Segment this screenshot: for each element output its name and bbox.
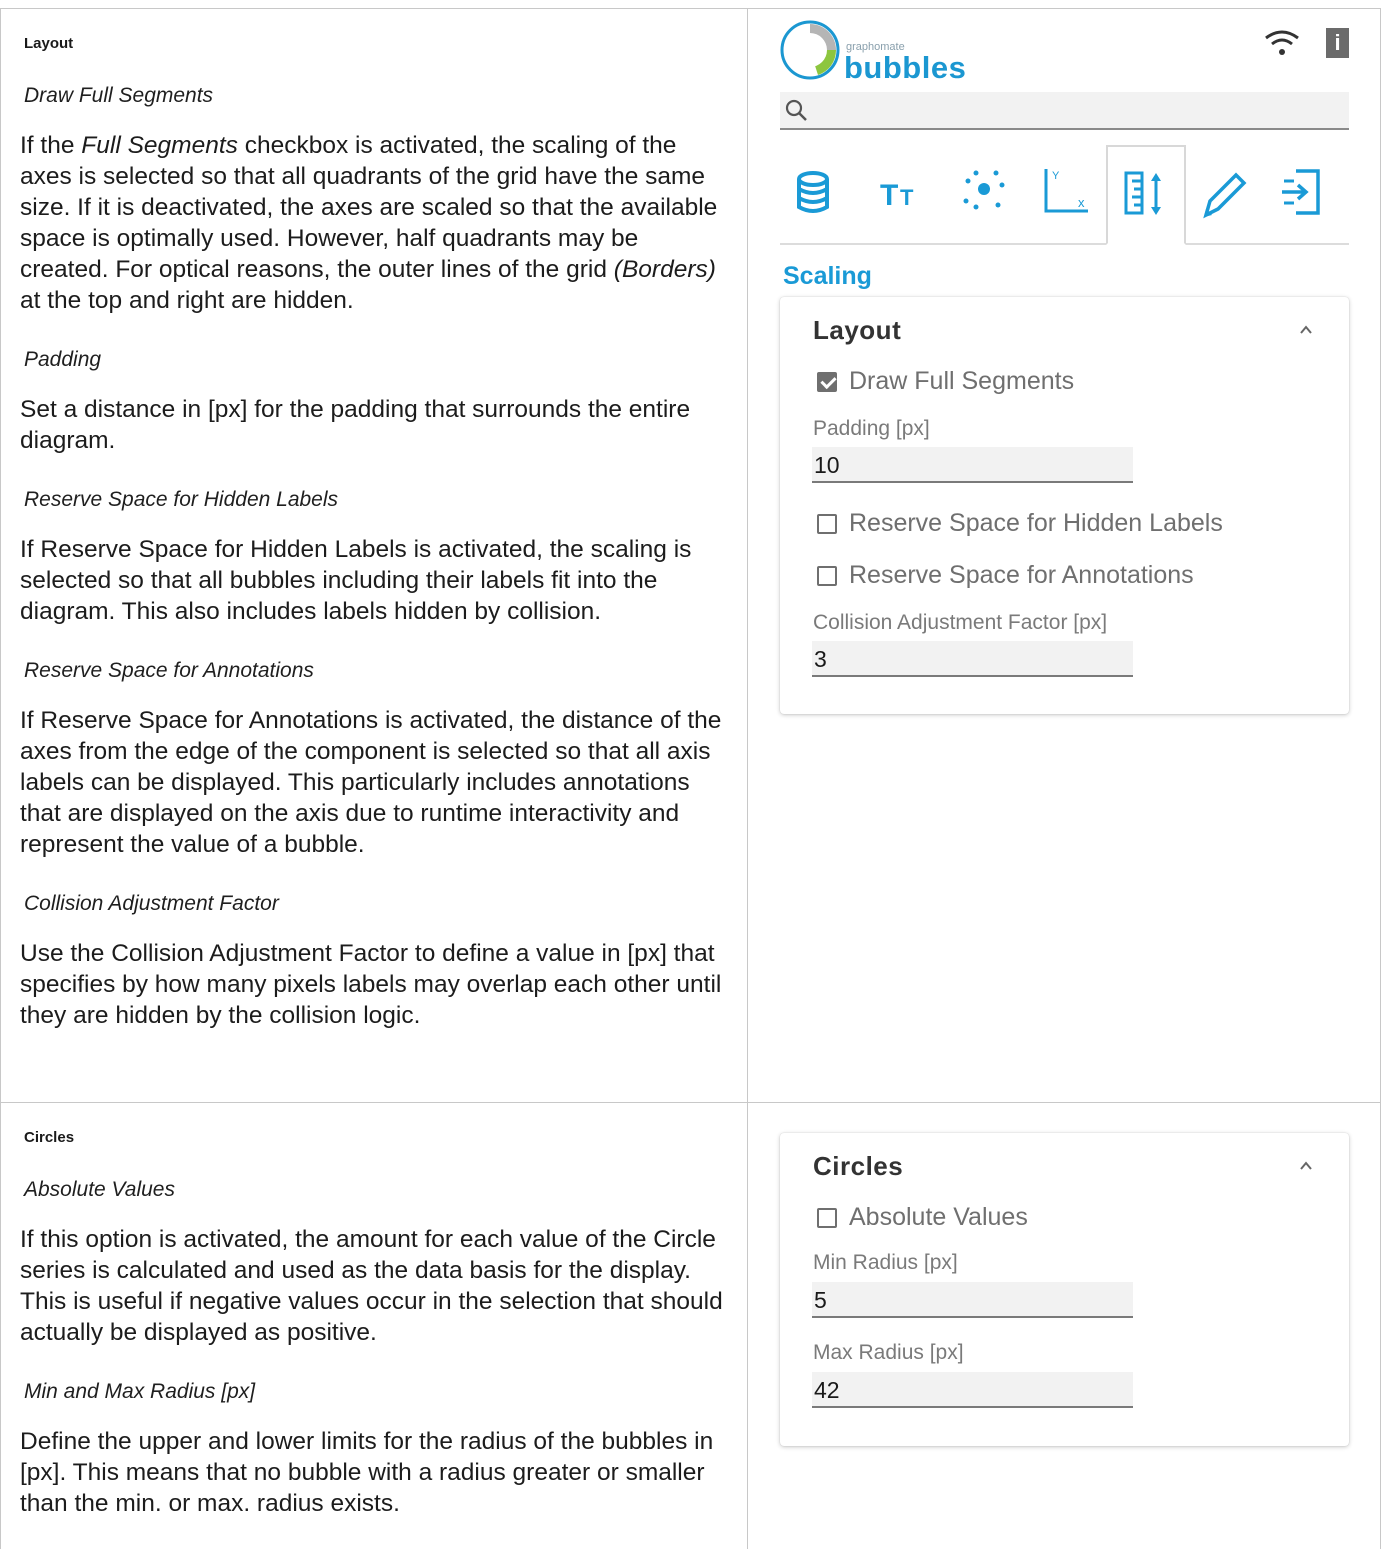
reserve-hidden-heading: Reserve Space for Hidden Labels: [24, 488, 339, 511]
checkbox-unchecked-icon: [817, 566, 837, 586]
padding-heading: Padding: [24, 348, 102, 371]
checkbox-unchecked-icon: [817, 514, 837, 534]
min-radius-label: Min Radius [px]: [813, 1251, 958, 1274]
padding-label: Padding [px]: [813, 417, 930, 440]
draw-full-segments-heading: Draw Full Segments: [24, 84, 214, 107]
checkbox-label: Reserve Space for Hidden Labels: [849, 509, 1223, 537]
tab-highlight[interactable]: [1192, 145, 1256, 241]
circles-card: Circles Absolute Values Min Radius [px] …: [780, 1133, 1349, 1446]
svg-text:Y: Y: [1052, 170, 1060, 182]
table-border-middle: [747, 8, 748, 1549]
min-radius-input[interactable]: 5: [812, 1282, 1133, 1318]
layout-section-title: Layout: [24, 35, 74, 52]
reserve-hidden-text: If Reserve Space for Hidden Labels is ac…: [20, 536, 692, 625]
padding-text: Set a distance in [px] for the padding t…: [20, 396, 691, 454]
absolute-values-checkbox[interactable]: Absolute Values: [817, 1203, 1028, 1232]
radius-text: Define the upper and lower limits for th…: [20, 1428, 714, 1517]
svg-text:x: x: [1078, 195, 1085, 210]
search-icon: [785, 99, 807, 121]
collision-label: Collision Adjustment Factor [px]: [813, 611, 1108, 634]
collision-heading: Collision Adjustment Factor: [24, 892, 279, 915]
reserve-annotations-text: If Reserve Space for Annotations is acti…: [20, 707, 722, 858]
max-radius-label: Max Radius [px]: [813, 1341, 964, 1364]
checkbox-checked-icon: [817, 372, 837, 392]
reserve-annotations-checkbox[interactable]: Reserve Space for Annotations: [817, 561, 1194, 590]
tab-series[interactable]: [952, 145, 1016, 241]
svg-text:T: T: [880, 179, 898, 212]
max-radius-input[interactable]: 42: [812, 1372, 1133, 1408]
circles-section-title: Circles: [24, 1129, 75, 1146]
table-border-right: [1380, 8, 1381, 1549]
svg-text:T: T: [900, 185, 914, 210]
tab-scaling[interactable]: [1106, 145, 1186, 245]
collision-input[interactable]: 3: [812, 641, 1133, 677]
database-icon: [797, 171, 829, 213]
table-border-left: [0, 8, 1, 1549]
absolute-values-heading: Absolute Values: [24, 1178, 175, 1201]
emphasis-borders: (Borders): [613, 256, 716, 283]
tab-export[interactable]: [1270, 145, 1334, 241]
absolute-values-text: If this option is activated, the amount …: [20, 1226, 723, 1346]
padding-input[interactable]: 10: [812, 447, 1133, 483]
logo-product-text: bubbles: [844, 50, 967, 85]
reserve-hidden-checkbox[interactable]: Reserve Space for Hidden Labels: [817, 509, 1223, 538]
tab-data[interactable]: [788, 145, 848, 241]
tab-axis[interactable]: Y x: [1030, 145, 1100, 241]
checkbox-label: Absolute Values: [849, 1203, 1028, 1231]
chevron-up-icon[interactable]: [1299, 323, 1313, 337]
pencil-icon: [1203, 172, 1247, 219]
checkbox-label: Draw Full Segments: [849, 367, 1075, 395]
draw-full-segments-text: If the Full Segments checkbox is activat…: [20, 130, 725, 316]
scaling-icon: [1124, 171, 1161, 215]
text-part: If the: [20, 132, 82, 159]
chevron-up-icon[interactable]: [1299, 1159, 1313, 1173]
collision-text: Use the Collision Adjustment Factor to d…: [20, 940, 722, 1029]
property-tabs: T T Y x: [780, 145, 1349, 245]
axis-icon: Y x: [1044, 169, 1088, 213]
info-icon[interactable]: i: [1326, 28, 1349, 58]
text-part: at the top and right are hidden.: [20, 287, 354, 314]
export-icon: [1282, 169, 1320, 215]
logo-circle-icon: [780, 20, 840, 80]
circles-description-cell: Circles Absolute Values If this option i…: [0, 1103, 747, 1519]
radius-heading: Min and Max Radius [px]: [24, 1380, 256, 1403]
search-input[interactable]: [780, 92, 1349, 130]
tab-text[interactable]: T T: [872, 145, 932, 241]
scaling-section-title: Scaling: [783, 262, 872, 290]
layout-card-title: Layout: [813, 315, 902, 345]
layout-card: Layout Draw Full Segments Padding [px] 1…: [780, 297, 1349, 714]
emphasis-full-segments: Full Segments: [81, 132, 238, 159]
circles-card-title: Circles: [813, 1151, 904, 1181]
checkbox-unchecked-icon: [817, 1208, 837, 1228]
text-icon: T T: [880, 179, 914, 212]
checkbox-label: Reserve Space for Annotations: [849, 561, 1194, 589]
draw-full-segments-checkbox[interactable]: Draw Full Segments: [817, 367, 1074, 396]
layout-description-cell: Layout Draw Full Segments If the Full Se…: [0, 9, 747, 1031]
scatter-icon: [963, 170, 1005, 210]
wifi-icon[interactable]: [1262, 28, 1302, 58]
reserve-annotations-heading: Reserve Space for Annotations: [24, 659, 314, 682]
